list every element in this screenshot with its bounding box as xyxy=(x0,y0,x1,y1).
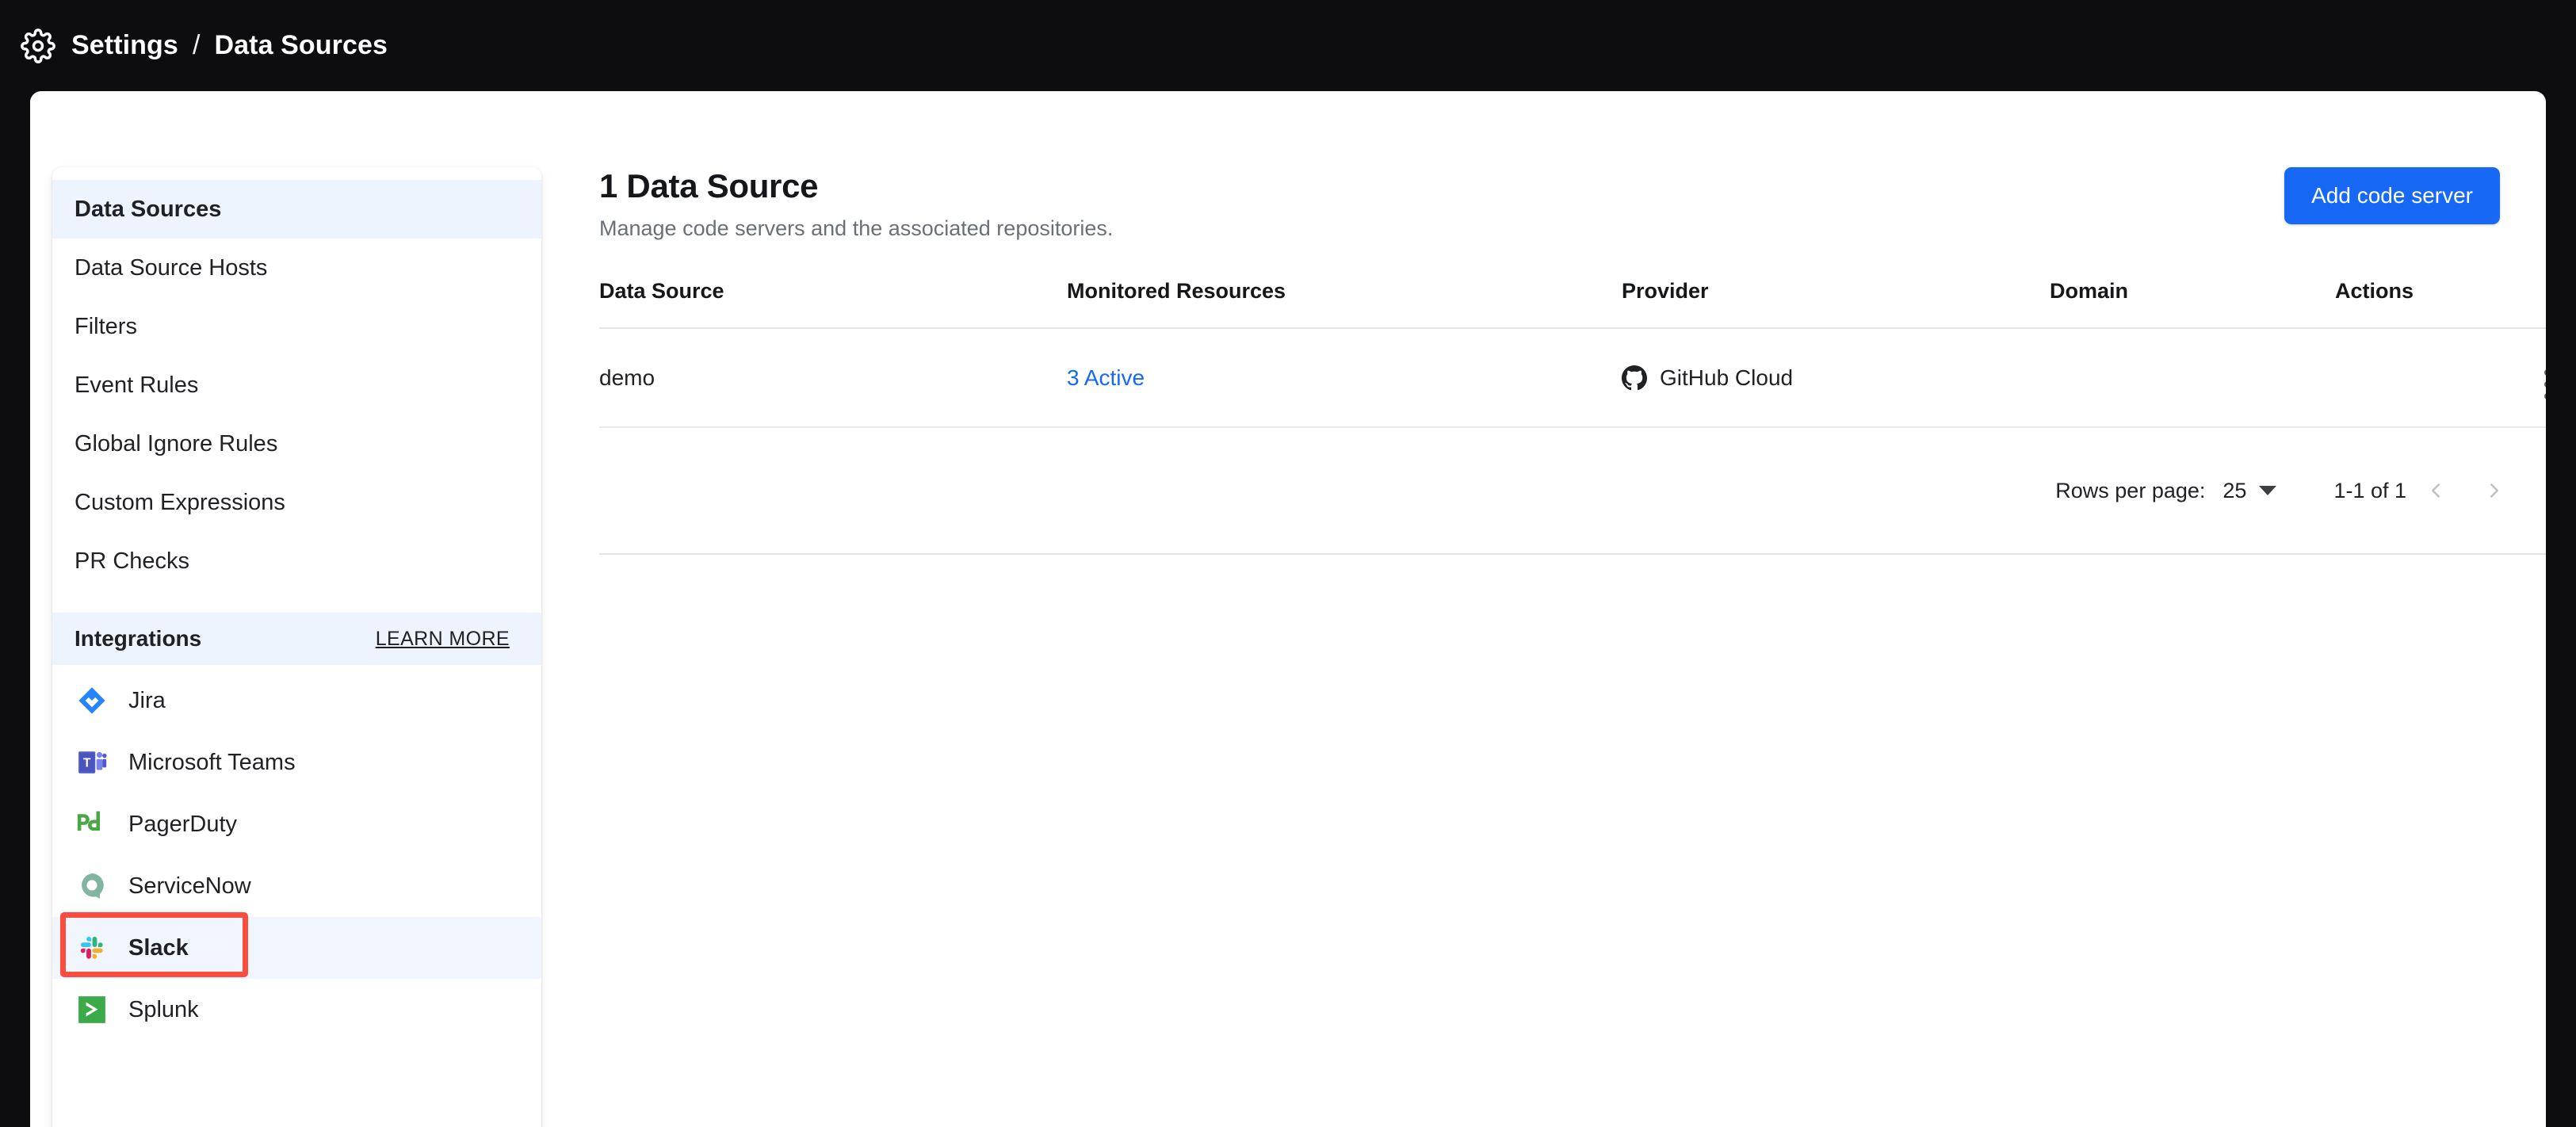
chevron-down-icon xyxy=(2259,486,2277,495)
sidebar-item-label: Data Sources xyxy=(75,196,222,222)
page-subtitle: Manage code servers and the associated r… xyxy=(599,216,1114,240)
sidebar-item-custom-expressions[interactable]: Custom Expressions xyxy=(52,473,541,532)
integration-item-label: Slack xyxy=(128,934,189,961)
provider-label: GitHub Cloud xyxy=(1660,365,1794,390)
cell-data-source: demo xyxy=(599,328,1067,428)
integrations-section-header: Integrations LEARN MORE xyxy=(52,613,541,665)
column-header-actions: Actions xyxy=(2335,279,2546,329)
integration-item-label: Splunk xyxy=(128,996,199,1022)
table-pagination: Rows per page: 25 1-1 of 1 xyxy=(599,428,2546,553)
integration-item-pagerduty[interactable]: PagerDuty xyxy=(52,793,541,855)
microsoft-teams-icon: T xyxy=(76,747,108,778)
breadcrumb-current: Data Sources xyxy=(214,30,388,60)
table-body: demo 3 Active GitHub Cloud xyxy=(599,328,2546,428)
integration-item-splunk[interactable]: Splunk xyxy=(52,979,541,1041)
integration-item-label: Jira xyxy=(128,687,166,713)
content-header: 1 Data Source Manage code servers and th… xyxy=(599,167,2525,241)
sidebar-item-label: Data Source Hosts xyxy=(75,254,268,281)
sidebar-item-label: Global Ignore Rules xyxy=(75,430,278,457)
cell-domain xyxy=(2050,328,2335,428)
top-breadcrumb-bar: Settings / Data Sources xyxy=(0,0,2576,91)
integration-item-label: Microsoft Teams xyxy=(128,749,296,775)
table-head: Data Source Monitored Resources Provider… xyxy=(599,279,2546,329)
settings-sidebar: Data Sources Data Source Hosts Filters E… xyxy=(52,167,541,1127)
data-sources-table: Data Source Monitored Resources Provider… xyxy=(599,279,2546,428)
servicenow-icon xyxy=(76,870,108,902)
pagerduty-icon xyxy=(76,808,108,840)
jira-icon xyxy=(76,685,108,716)
main-content: 1 Data Source Manage code servers and th… xyxy=(599,167,2546,555)
rows-per-page-select[interactable]: 25 xyxy=(2222,478,2277,503)
sidebar-item-filters[interactable]: Filters xyxy=(52,297,541,356)
column-header-domain: Domain xyxy=(2050,279,2335,329)
sidebar-item-pr-checks[interactable]: PR Checks xyxy=(52,532,541,590)
next-page-button[interactable] xyxy=(2465,461,2524,520)
slack-highlight-wrapper: Slack xyxy=(52,912,541,979)
learn-more-link[interactable]: LEARN MORE xyxy=(376,628,510,651)
cell-provider: GitHub Cloud xyxy=(1622,328,2050,428)
title-block: 1 Data Source Manage code servers and th… xyxy=(599,167,1113,241)
gear-icon[interactable] xyxy=(21,28,55,63)
sidebar-item-event-rules[interactable]: Event Rules xyxy=(52,356,541,415)
splunk-icon xyxy=(76,994,108,1026)
sidebar-item-data-source-hosts[interactable]: Data Source Hosts xyxy=(52,239,541,297)
sidebar-item-data-sources[interactable]: Data Sources xyxy=(52,180,541,239)
sidebar-item-label: PR Checks xyxy=(75,548,190,574)
chevron-right-icon xyxy=(2490,483,2498,498)
column-header-monitored-resources: Monitored Resources xyxy=(1067,279,1622,329)
breadcrumb-settings[interactable]: Settings xyxy=(71,30,178,61)
integration-item-microsoft-teams[interactable]: T Microsoft Teams xyxy=(52,732,541,793)
table-header-row: Data Source Monitored Resources Provider… xyxy=(599,279,2546,329)
sidebar-item-global-ignore-rules[interactable]: Global Ignore Rules xyxy=(52,415,541,473)
cell-monitored-resources: 3 Active xyxy=(1067,328,1622,428)
column-header-data-source: Data Source xyxy=(599,279,1067,329)
svg-text:T: T xyxy=(83,756,91,770)
previous-page-button[interactable] xyxy=(2406,461,2465,520)
sidebar-nav-list: Data Sources Data Source Hosts Filters E… xyxy=(52,167,541,590)
github-icon xyxy=(1622,365,1647,390)
slack-icon xyxy=(76,932,108,964)
sidebar-item-label: Custom Expressions xyxy=(75,489,285,515)
integration-item-jira[interactable]: Jira xyxy=(52,670,541,732)
rows-per-page-label: Rows per page: xyxy=(2055,478,2206,502)
integration-item-slack[interactable]: Slack xyxy=(52,917,541,979)
chevron-left-icon xyxy=(2432,483,2440,498)
integration-list: Jira T Microsoft Teams PagerDuty Service… xyxy=(52,665,541,1041)
table-bottom-divider xyxy=(599,553,2546,555)
sidebar-item-label: Event Rules xyxy=(75,372,199,398)
table-row[interactable]: demo 3 Active GitHub Cloud xyxy=(599,328,2546,428)
rows-per-page-value: 25 xyxy=(2222,478,2247,502)
page-title: 1 Data Source xyxy=(599,167,819,204)
kebab-menu-icon[interactable] xyxy=(2544,369,2546,399)
add-code-server-button[interactable]: Add code server xyxy=(2284,167,2500,224)
monitored-resources-link[interactable]: 3 Active xyxy=(1067,365,1145,390)
breadcrumb: Settings / Data Sources xyxy=(71,30,388,61)
integration-item-label: PagerDuty xyxy=(128,811,238,837)
page-panel: Data Sources Data Source Hosts Filters E… xyxy=(30,91,2546,1127)
integrations-title: Integrations xyxy=(75,626,202,651)
integration-item-label: ServiceNow xyxy=(128,873,251,899)
column-header-provider: Provider xyxy=(1622,279,2050,329)
integration-item-servicenow[interactable]: ServiceNow xyxy=(52,855,541,917)
breadcrumb-separator: / xyxy=(192,30,201,60)
cell-actions xyxy=(2335,328,2546,428)
sidebar-item-label: Filters xyxy=(75,313,137,339)
pagination-range: 1-1 of 1 xyxy=(2333,478,2406,502)
